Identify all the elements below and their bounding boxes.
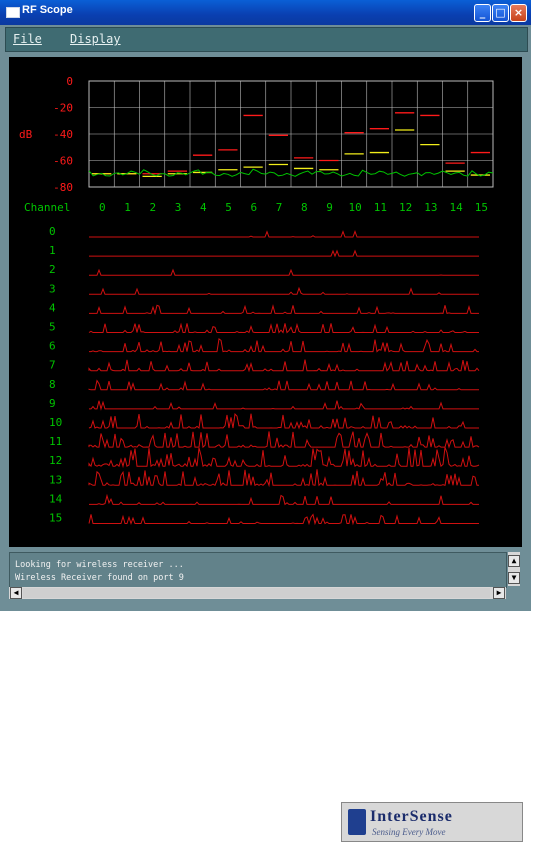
waterfall-row-label: 13: [49, 473, 62, 486]
waterfall-row-label: 14: [49, 492, 63, 505]
channel-tick-label: 7: [276, 201, 283, 214]
waterfall-row-label: 2: [49, 263, 56, 276]
waterfall-row-label: 5: [49, 321, 56, 334]
logo-name: InterSense: [370, 808, 453, 825]
log-horizontal-scrollbar[interactable]: ◀ ▶: [9, 587, 506, 599]
waterfall-trace: [88, 322, 479, 334]
waterfall-trace: [89, 400, 479, 411]
waterfall-row-label: 12: [49, 454, 62, 467]
waterfall-trace: [88, 431, 480, 449]
channel-tick-label: 10: [349, 201, 362, 214]
intersense-logo: InterSense Sensing Every Move: [341, 802, 523, 842]
waterfall-row-label: 1: [49, 244, 56, 257]
channel-tick-label: 15: [475, 201, 488, 214]
scroll-left-button[interactable]: ◀: [10, 587, 22, 599]
maximize-button[interactable]: □: [492, 4, 509, 22]
scroll-up-button[interactable]: ▲: [508, 555, 520, 567]
waterfall-row-label: 8: [49, 378, 56, 391]
app-window: RF Scope _ □ × File Display 0 -20 -40 -60 -8…: [0, 0, 531, 611]
log-vertical-scrollbar[interactable]: ▲ ▼: [508, 552, 520, 586]
close-button[interactable]: ×: [510, 4, 527, 22]
menu-display[interactable]: Display: [70, 32, 121, 46]
db-tick-label: -40: [53, 128, 73, 141]
waterfall-row-label: 9: [49, 397, 56, 410]
waterfall-trace: [88, 379, 479, 392]
waterfall-trace: [88, 447, 480, 469]
waterfall-trace: [88, 513, 479, 526]
channel-tick-label: 3: [175, 201, 182, 214]
waterfall-trace: [89, 286, 479, 295]
channel-tick-label: 12: [399, 201, 412, 214]
scroll-thumb[interactable]: [23, 588, 490, 598]
waterfall-row-label: 6: [49, 340, 56, 353]
scroll-down-button[interactable]: ▼: [508, 572, 520, 584]
menu-bar: File Display: [5, 27, 528, 52]
waterfall-trace: [88, 413, 479, 430]
log-panel: Looking for wireless receiver ... Wirele…: [9, 552, 507, 588]
channel-tick-label: 11: [374, 201, 387, 214]
waterfall-row-label: 4: [49, 301, 56, 314]
channel-tick-label: 1: [124, 201, 131, 214]
waterfall-row-label: 15: [49, 512, 62, 525]
channel-tick-label: 6: [251, 201, 258, 214]
logo-tagline: Sensing Every Move: [372, 827, 446, 837]
channel-tick-label: 5: [225, 201, 232, 214]
db-tick-label: -60: [53, 155, 73, 168]
minimize-button[interactable]: _: [474, 4, 491, 22]
waterfall-trace: [89, 230, 479, 238]
channel-tick-label: 9: [326, 201, 333, 214]
waterfall-trace: [89, 268, 479, 276]
channel-tick-label: 2: [150, 201, 157, 214]
waterfall-trace: [89, 249, 479, 258]
waterfall-row-label: 10: [49, 416, 62, 429]
waterfall-row-label: 11: [49, 435, 62, 448]
app-icon: [6, 7, 20, 18]
scope-canvas: 0-20-40-60-80dBChannel 0 1 2 3 4 5 6 7 8 9 10 11 12 13…: [19, 75, 494, 526]
scroll-right-button[interactable]: ▶: [493, 587, 505, 599]
channel-tick-label: 4: [200, 201, 207, 214]
waterfall-trace: [89, 304, 479, 316]
log-line: Wireless Receiver found on port 9: [15, 573, 184, 583]
window-title: RF Scope: [22, 4, 73, 16]
waterfall-row-label: 7: [49, 359, 56, 372]
waterfall-trace: [89, 493, 479, 506]
channel-tick-label: 8: [301, 201, 308, 214]
db-tick-label: -20: [53, 102, 73, 115]
waterfall-trace: [89, 338, 479, 353]
scope-display: 0 -20 -40 -60 -80 dB Channel 0 1 2 3 4 5 6 7 8 9 10 11 12 13…: [9, 57, 522, 547]
channel-tick-label: 0: [99, 201, 106, 214]
title-bar[interactable]: RF Scope _ □ ×: [0, 0, 531, 25]
menu-file[interactable]: File: [13, 32, 42, 46]
db-tick-label: 0: [66, 75, 73, 88]
logo-mark-icon: [348, 809, 366, 835]
channel-tick-label: 14: [450, 201, 464, 214]
waterfall-trace: [88, 469, 479, 488]
db-axis-label: dB: [19, 128, 33, 141]
waterfall-trace: [88, 359, 480, 373]
channel-tick-label: 13: [424, 201, 437, 214]
channel-axis-label: Channel: [24, 201, 70, 214]
db-tick-label: -80: [53, 181, 73, 194]
waterfall-row-label: 0: [49, 225, 56, 238]
log-line: Looking for wireless receiver ...: [15, 560, 184, 570]
waterfall-row-label: 3: [49, 282, 56, 295]
